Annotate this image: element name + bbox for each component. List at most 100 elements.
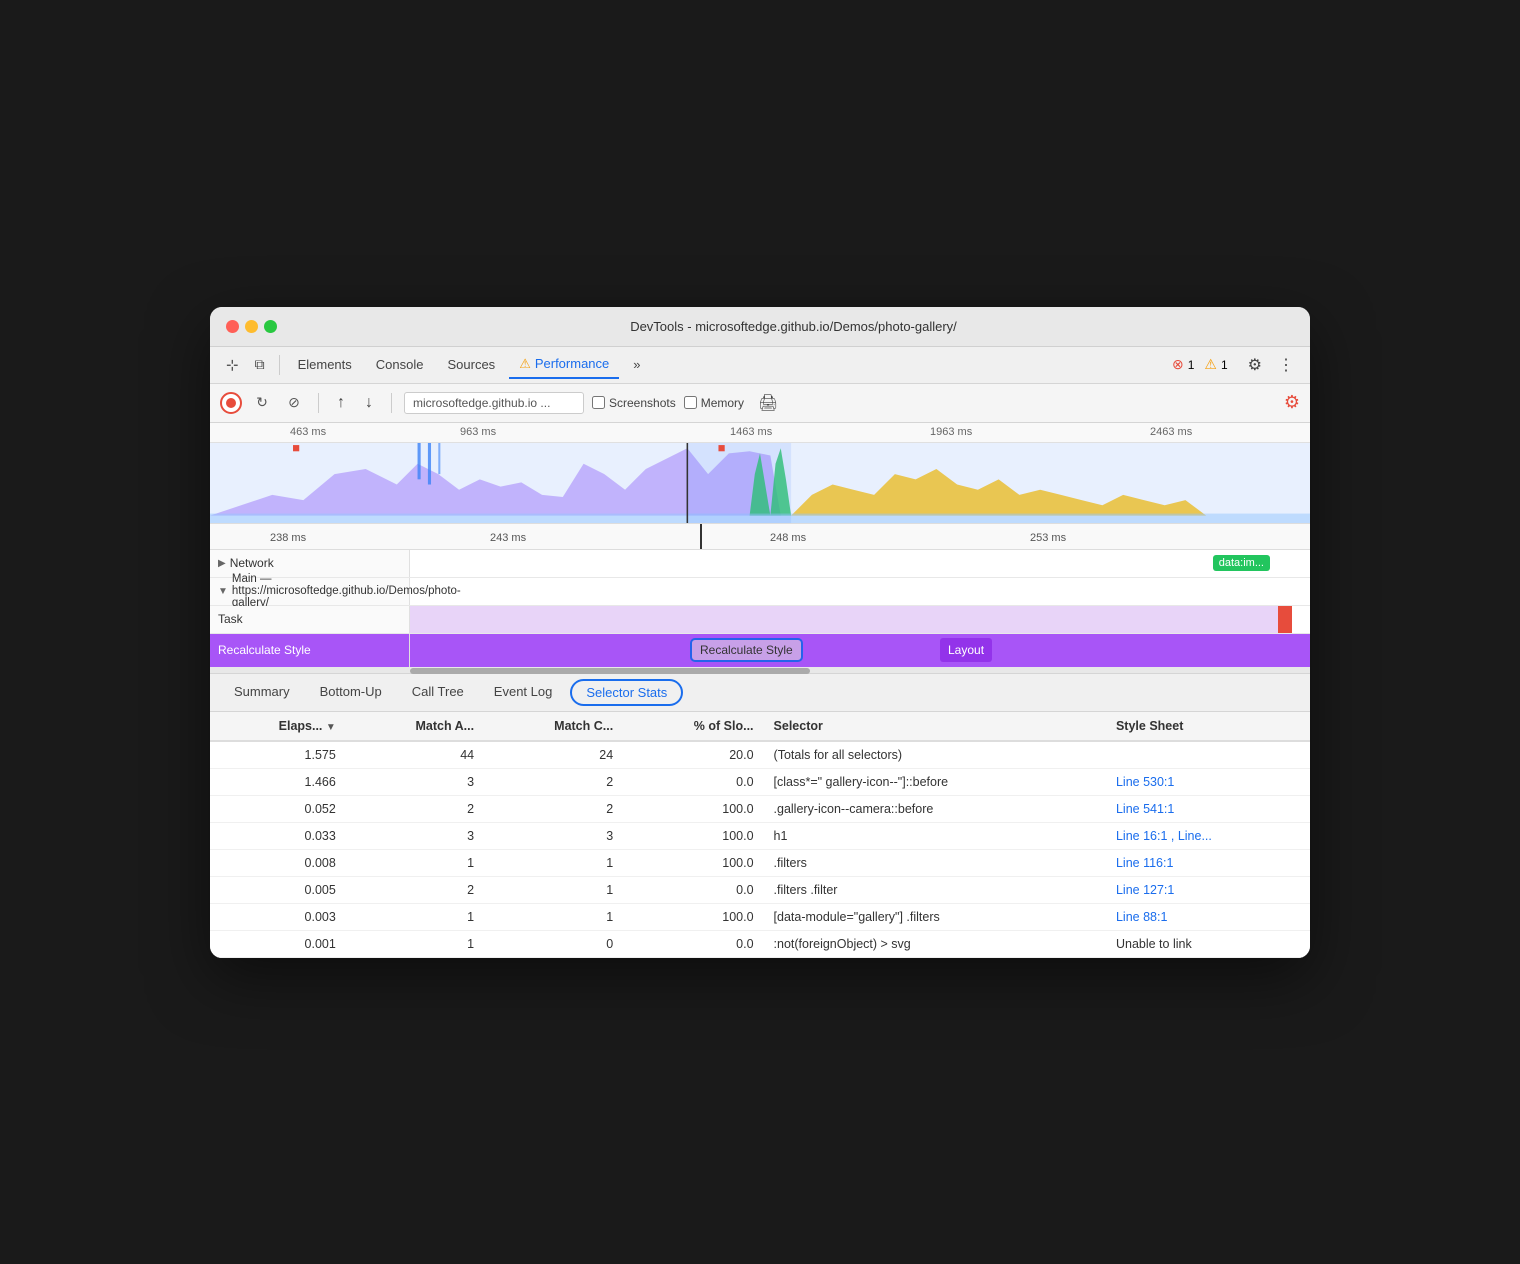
cell-2: 3 — [484, 822, 623, 849]
cell-5[interactable]: Line 530:1 — [1106, 768, 1310, 795]
maximize-button[interactable] — [264, 320, 277, 333]
cell-4: .gallery-icon--camera::before — [764, 795, 1106, 822]
screenshots-checkbox[interactable] — [592, 396, 605, 409]
table-row: 0.05222100.0.gallery-icon--camera::befor… — [210, 795, 1310, 822]
cell-2: 1 — [484, 849, 623, 876]
memory-label[interactable]: Memory — [701, 396, 744, 410]
cell-2: 0 — [484, 930, 623, 957]
cell-1: 2 — [346, 795, 484, 822]
cell-0: 0.005 — [210, 876, 346, 903]
cell-5[interactable]: Line 127:1 — [1106, 876, 1310, 903]
cell-5[interactable]: Line 88:1 — [1106, 903, 1310, 930]
selector-stats-table: Elaps... ▼ Match A... Match C... % of Sl… — [210, 712, 1310, 958]
tab-event-log[interactable]: Event Log — [480, 674, 567, 711]
cell-2: 2 — [484, 768, 623, 795]
cell-1: 3 — [346, 822, 484, 849]
col-selector[interactable]: Selector — [764, 712, 1106, 741]
cell-4: [class*=" gallery-icon--"]::before — [764, 768, 1106, 795]
table-row: 0.001100.0:not(foreignObject) > svgUnabl… — [210, 930, 1310, 957]
collapse-icon[interactable]: ▼ — [218, 586, 228, 597]
clear-btn[interactable]: ⊘ — [282, 391, 306, 415]
expand-icon[interactable]: ▶ — [218, 558, 226, 569]
cell-2: 1 — [484, 876, 623, 903]
tab-selector-stats[interactable]: Selector Stats — [570, 679, 683, 706]
cursor-icon: ⊹ — [226, 356, 239, 374]
perf-gear-btn[interactable]: ⚙ — [1284, 392, 1300, 413]
url-display: microsoftedge.github.io ... — [404, 392, 584, 414]
tab-console[interactable]: Console — [366, 352, 434, 377]
layout-event[interactable]: Layout — [940, 638, 992, 662]
timeline-scrollbar-thumb[interactable] — [410, 668, 810, 674]
upload-btn[interactable]: ↑ — [331, 390, 351, 416]
download-btn[interactable]: ↓ — [359, 390, 379, 416]
stylesheet-link[interactable]: Line 16:1 , Line... — [1116, 829, 1212, 843]
cell-5[interactable]: Line 541:1 — [1106, 795, 1310, 822]
reload-btn[interactable]: ↻ — [250, 391, 274, 415]
cell-3: 100.0 — [623, 903, 763, 930]
timeline-ruler-detail: 238 ms 243 ms 248 ms 253 ms — [210, 524, 1310, 550]
stylesheet-link[interactable]: Line 530:1 — [1116, 775, 1174, 789]
tab-call-tree[interactable]: Call Tree — [398, 674, 478, 711]
cpu-chart-svg — [210, 443, 1310, 523]
cell-2: 24 — [484, 741, 623, 769]
recalc-track-content: Recalculate Style Layout — [410, 634, 1310, 667]
cell-4: .filters .filter — [764, 876, 1106, 903]
memory-icon-btn[interactable]: 🖨 — [752, 389, 784, 417]
cell-5[interactable]: Line 116:1 — [1106, 849, 1310, 876]
cell-2: 2 — [484, 795, 623, 822]
tab-bottom-up[interactable]: Bottom-Up — [306, 674, 396, 711]
screenshots-label[interactable]: Screenshots — [609, 396, 676, 410]
tab-performance[interactable]: ⚠ Performance — [509, 351, 619, 379]
close-button[interactable] — [226, 320, 239, 333]
col-elapsed[interactable]: Elaps... ▼ — [210, 712, 346, 741]
perf-toolbar: ↻ ⊘ ↑ ↓ microsoftedge.github.io ... Scre… — [210, 384, 1310, 423]
tab-elements[interactable]: Elements — [288, 352, 362, 377]
tab-summary[interactable]: Summary — [220, 674, 304, 711]
tick-238: 238 ms — [270, 532, 306, 544]
col-stylesheet[interactable]: Style Sheet — [1106, 712, 1310, 741]
error-badge: ⊗ 1 — [1172, 356, 1196, 373]
window-title: DevTools - microsoftedge.github.io/Demos… — [293, 319, 1294, 334]
stylesheet-link[interactable]: Line 88:1 — [1116, 910, 1167, 924]
table-row: 0.03333100.0h1Line 16:1 , Line... — [210, 822, 1310, 849]
cell-5 — [1106, 741, 1310, 769]
stylesheet-link[interactable]: Line 127:1 — [1116, 883, 1174, 897]
screenshots-checkbox-group: Screenshots — [592, 396, 676, 410]
device-icon: ⧉ — [255, 356, 265, 373]
tab-sources[interactable]: Sources — [437, 352, 505, 377]
table-body: 1.575442420.0(Totals for all selectors)1… — [210, 741, 1310, 958]
recalc-track: Recalculate Style Recalculate Style Layo… — [210, 634, 1310, 668]
table-row: 0.005210.0.filters .filterLine 127:1 — [210, 876, 1310, 903]
tab-more[interactable]: » — [623, 352, 650, 377]
network-track-content: data:im... — [410, 550, 1310, 577]
minimize-button[interactable] — [245, 320, 258, 333]
record-btn[interactable] — [220, 392, 242, 414]
device-toggle-btn[interactable]: ⧉ — [249, 352, 271, 377]
col-match-count[interactable]: Match C... — [484, 712, 623, 741]
col-match-attempts[interactable]: Match A... — [346, 712, 484, 741]
cell-1: 1 — [346, 903, 484, 930]
warning-triangle-icon: ⚠ — [519, 356, 531, 372]
table-row: 0.00811100.0.filtersLine 116:1 — [210, 849, 1310, 876]
cell-0: 0.003 — [210, 903, 346, 930]
memory-checkbox[interactable] — [684, 396, 697, 409]
cell-5[interactable]: Line 16:1 , Line... — [1106, 822, 1310, 849]
col-pct-slow[interactable]: % of Slo... — [623, 712, 763, 741]
table-row: 1.575442420.0(Totals for all selectors) — [210, 741, 1310, 769]
recalc-event[interactable]: Recalculate Style — [690, 638, 803, 662]
tick-243: 243 ms — [490, 532, 526, 544]
timeline-scrollbar[interactable] — [210, 668, 1310, 674]
cell-3: 20.0 — [623, 741, 763, 769]
memory-checkbox-group: Memory — [684, 396, 744, 410]
settings-btn[interactable]: ⚙ — [1242, 351, 1268, 379]
inspect-element-btn[interactable]: ⊹ — [220, 352, 245, 378]
cell-4: (Totals for all selectors) — [764, 741, 1106, 769]
stylesheet-link[interactable]: Line 116:1 — [1116, 856, 1173, 870]
cell-0: 0.008 — [210, 849, 346, 876]
cell-0: 1.575 — [210, 741, 346, 769]
cell-5: Unable to link — [1106, 930, 1310, 957]
table-header-row: Elaps... ▼ Match A... Match C... % of Sl… — [210, 712, 1310, 741]
stylesheet-link[interactable]: Line 541:1 — [1116, 802, 1174, 816]
more-options-btn[interactable]: ⋮ — [1272, 351, 1300, 379]
cell-1: 1 — [346, 849, 484, 876]
